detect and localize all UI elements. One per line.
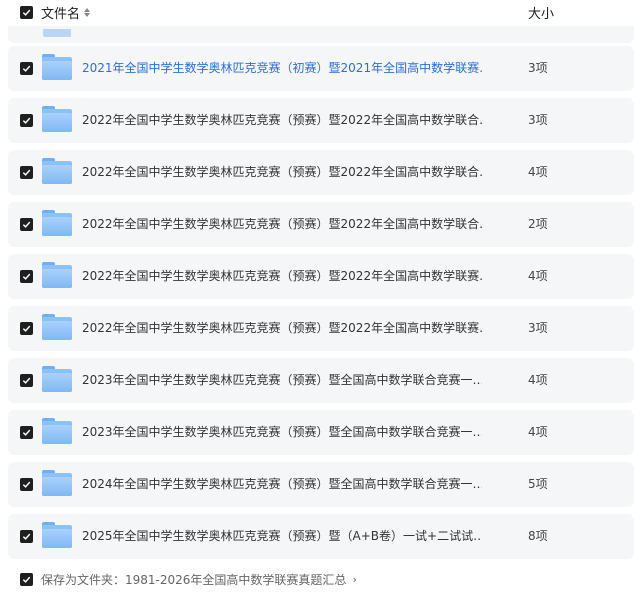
file-name[interactable]: 2024年全国中学生数学奥林匹克竞赛（预赛）暨全国高中数学联合竞赛一… (82, 462, 482, 507)
file-row[interactable]: 2021年全国中学生数学奥林匹克竞赛（初赛）暨2021年全国高中数学联赛… 3项 (8, 46, 634, 91)
row-checkbox[interactable] (20, 530, 33, 543)
file-name[interactable]: 2023年全国中学生数学奥林匹克竞赛（预赛）暨全国高中数学联合竞赛一… (82, 410, 482, 455)
list-header: 文件名 大小 (0, 0, 634, 26)
column-header-size[interactable]: 大小 (528, 3, 554, 22)
folder-icon (43, 29, 71, 37)
file-size: 3项 (528, 113, 548, 127)
file-size: 8项 (528, 529, 548, 543)
folder-icon (42, 54, 72, 80)
save-as-folder-checkbox[interactable] (20, 573, 33, 586)
file-name[interactable]: 2022年全国中学生数学奥林匹克竞赛（预赛）暨2022年全国高中数学联赛… (82, 306, 482, 351)
partially-visible-row (8, 26, 634, 43)
save-as-folder-link[interactable]: 保存为文件夹： 1981-2026年全国高中数学联赛真题汇总 › (41, 571, 357, 588)
file-size: 3项 (528, 61, 548, 75)
folder-icon (42, 522, 72, 548)
row-checkbox[interactable] (20, 374, 33, 387)
save-footer: 保存为文件夹： 1981-2026年全国高中数学联赛真题汇总 › (0, 566, 634, 595)
folder-icon (42, 366, 72, 392)
select-all-checkbox[interactable] (20, 6, 33, 19)
folder-icon (42, 314, 72, 340)
row-checkbox[interactable] (20, 166, 33, 179)
save-as-folder-label: 保存为文件夹： (41, 573, 126, 587)
row-checkbox[interactable] (20, 322, 33, 335)
file-row[interactable]: 2022年全国中学生数学奥林匹克竞赛（预赛）暨2022年全国高中数学联合… 3项 (8, 98, 634, 143)
folder-icon (42, 158, 72, 184)
file-size: 4项 (528, 165, 548, 179)
file-name[interactable]: 2022年全国中学生数学奥林匹克竞赛（预赛）暨2022年全国高中数学联赛… (82, 254, 482, 299)
file-row[interactable]: 2023年全国中学生数学奥林匹克竞赛（预赛）暨全国高中数学联合竞赛一… 4项 (8, 410, 634, 455)
row-checkbox[interactable] (20, 426, 33, 439)
row-checkbox[interactable] (20, 218, 33, 231)
file-name[interactable]: 2025年全国中学生数学奥林匹克竞赛（预赛）暨（A+B卷）一试+二试试… (82, 514, 482, 559)
file-name[interactable]: 2022年全国中学生数学奥林匹克竞赛（预赛）暨2022年全国高中数学联合… (82, 202, 482, 247)
save-folder-name: 1981-2026年全国高中数学联赛真题汇总 (125, 573, 347, 587)
row-checkbox[interactable] (20, 114, 33, 127)
folder-icon (42, 418, 72, 444)
row-checkbox[interactable] (20, 478, 33, 491)
file-size: 2项 (528, 217, 548, 231)
file-row[interactable]: 2025年全国中学生数学奥林匹克竞赛（预赛）暨（A+B卷）一试+二试试… 8项 (8, 514, 634, 559)
file-size: 4项 (528, 425, 548, 439)
column-header-name-label: 文件名 (41, 7, 81, 22)
folder-icon (42, 262, 72, 288)
file-row[interactable]: 2022年全国中学生数学奥林匹克竞赛（预赛）暨2022年全国高中数学联合… 4项 (8, 150, 634, 195)
file-size: 3项 (528, 321, 548, 335)
file-name[interactable]: 2022年全国中学生数学奥林匹克竞赛（预赛）暨2022年全国高中数学联合… (82, 150, 482, 195)
file-name[interactable]: 2022年全国中学生数学奥林匹克竞赛（预赛）暨2022年全国高中数学联合… (82, 98, 482, 143)
file-row[interactable]: 2024年全国中学生数学奥林匹克竞赛（预赛）暨全国高中数学联合竞赛一… 5项 (8, 462, 634, 507)
row-checkbox[interactable] (20, 270, 33, 283)
column-header-name[interactable]: 文件名 (41, 3, 91, 22)
file-row[interactable]: 2022年全国中学生数学奥林匹克竞赛（预赛）暨2022年全国高中数学联合… 2项 (8, 202, 634, 247)
folder-icon (42, 106, 72, 132)
folder-icon (42, 470, 72, 496)
file-row[interactable]: 2022年全国中学生数学奥林匹克竞赛（预赛）暨2022年全国高中数学联赛… 4项 (8, 254, 634, 299)
file-size: 4项 (528, 269, 548, 283)
folder-icon (42, 210, 72, 236)
sort-icon[interactable] (84, 8, 91, 17)
chevron-right-icon: › (352, 573, 357, 586)
file-size: 4项 (528, 373, 548, 387)
file-size: 5项 (528, 477, 548, 491)
file-row[interactable]: 2022年全国中学生数学奥林匹克竞赛（预赛）暨2022年全国高中数学联赛… 3项 (8, 306, 634, 351)
row-checkbox[interactable] (20, 62, 33, 75)
file-row[interactable]: 2023年全国中学生数学奥林匹克竞赛（预赛）暨全国高中数学联合竞赛一… 4项 (8, 358, 634, 403)
file-name[interactable]: 2023年全国中学生数学奥林匹克竞赛（预赛）暨全国高中数学联合竞赛一… (82, 358, 482, 403)
file-name[interactable]: 2021年全国中学生数学奥林匹克竞赛（初赛）暨2021年全国高中数学联赛… (82, 46, 482, 91)
